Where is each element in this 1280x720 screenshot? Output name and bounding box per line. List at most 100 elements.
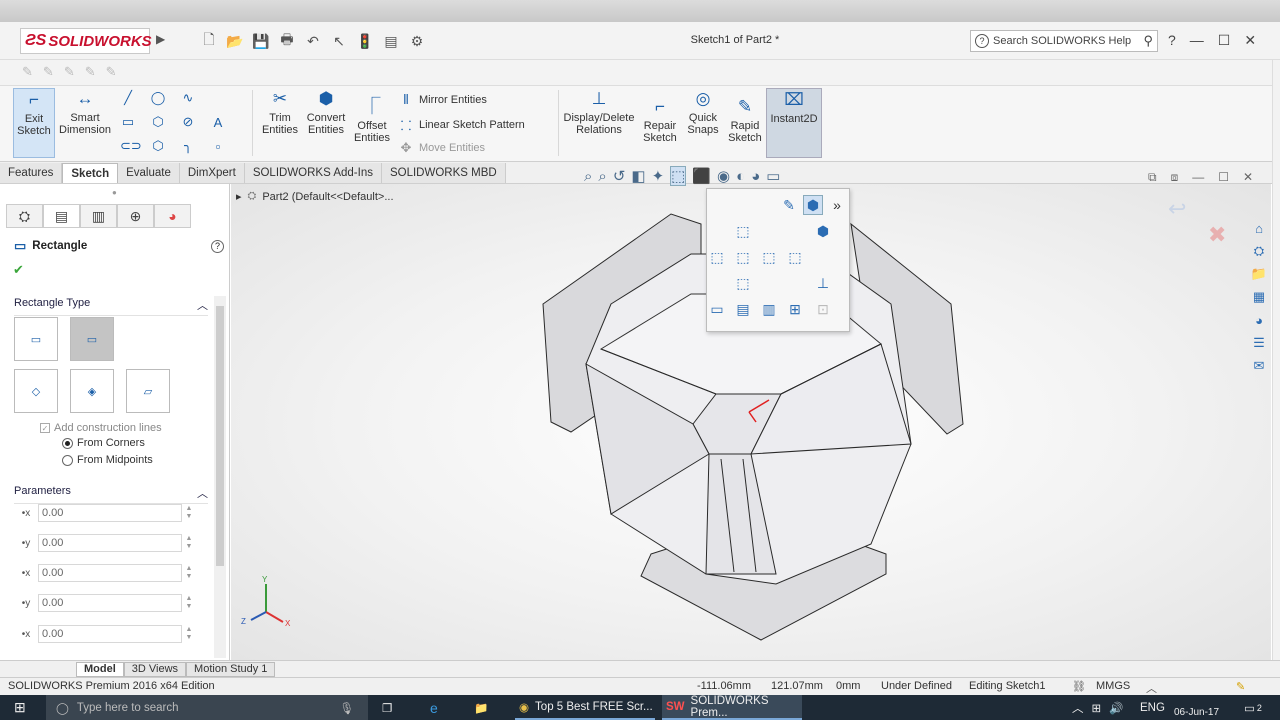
new-document-icon[interactable]: 🗋 [200,31,218,50]
viewport-minimize-icon[interactable]: — [1192,170,1204,185]
dimxpert-tab-icon[interactable]: ⊕ [117,204,154,228]
tab-sketch[interactable]: Sketch [62,163,119,183]
viewport-maximize-icon[interactable]: ☐ [1218,170,1229,185]
from-corners-option[interactable]: From Corners [62,437,145,449]
parallelogram-button[interactable]: ▱ [126,369,170,413]
viewport-close-icon[interactable]: ✕ [1243,170,1253,185]
ellipse-icon[interactable]: ⊘ [180,114,196,130]
corner-rectangle-button[interactable]: ▭ [14,317,58,361]
viewport-restore-icon[interactable]: ⧉ [1148,170,1157,185]
tab-features[interactable]: Features [0,163,63,183]
spinner-icon[interactable]: ▲ ▼ [184,565,194,581]
back-view-icon[interactable]: ⬚ [785,247,805,267]
line-icon[interactable]: ╱ [120,90,136,106]
param-x2-input[interactable] [38,564,182,582]
rectangle-icon[interactable]: ▭ [120,114,136,130]
units-label[interactable]: MMGS [1096,680,1130,692]
display-delete-relations-button[interactable]: ⊥ Display/Delete Relations [563,88,635,158]
tab-dimxpert[interactable]: DimXpert [179,163,245,183]
collapse-icon[interactable]: ︿ [197,297,208,313]
convert-entities-button[interactable]: ⬢ Convert Entities [304,88,348,158]
fillet-icon[interactable]: ╮ [180,138,196,154]
from-midpoints-option[interactable]: From Midpoints [62,454,153,466]
text-icon[interactable]: A [210,115,226,130]
previous-view-icon[interactable]: ↺ [613,167,626,185]
param-y2-input[interactable] [38,594,182,612]
repair-sketch-button[interactable]: ⌐ Repair Sketch [640,96,680,166]
front-view-icon[interactable]: ⬚ [733,247,753,267]
language-indicator[interactable]: ENG [1140,695,1165,720]
print-icon[interactable]: 🖶 [278,31,296,50]
custom-properties-icon[interactable]: ☰ [1248,333,1270,353]
ok-check-icon[interactable]: ✔ [13,262,24,278]
3point-corner-rectangle-button[interactable]: ◇ [14,369,58,413]
action-center[interactable]: ▭ 2 [1244,695,1262,720]
view-orientation-icon[interactable]: ⬚ [670,166,687,186]
units-expand-icon[interactable]: ︿ [1146,680,1157,696]
spinner-icon[interactable]: ▲ ▼ [184,505,194,521]
folder-icon[interactable]: 📁 [1248,264,1270,284]
help-icon[interactable]: ? [211,239,224,253]
view-palette-icon[interactable]: ▦ [1248,287,1270,307]
panel-scrollbar[interactable] [214,296,226,658]
close-icon[interactable]: ✕ [1244,32,1256,49]
expand-icon[interactable]: ▸ [236,190,242,203]
tab-3d-views[interactable]: 3D Views [123,661,187,677]
3point-center-rectangle-button[interactable]: ◈ [70,369,114,413]
isometric-view-icon[interactable]: ⬢ [813,221,833,241]
menu-expand-icon[interactable]: ▶ [156,32,165,46]
confirm-corner-exit-icon[interactable]: ↩ [1168,196,1186,222]
volume-icon[interactable]: 🔊 [1109,701,1123,715]
rectangle-type-header[interactable]: Rectangle Type ︿ [14,297,208,316]
search-icon[interactable]: ⚲ [1143,33,1153,49]
linear-sketch-pattern-button[interactable]: ⸬ Linear Sketch Pattern [398,116,525,134]
expand-flyout-icon[interactable]: » [827,195,847,215]
spinner-icon[interactable]: ▲ ▼ [184,626,194,642]
link-views-icon[interactable]: ⊡ [813,299,833,319]
featuremanager-tab-icon[interactable]: ⛭ [6,204,43,228]
save-icon[interactable]: 💾 [252,32,270,50]
section-view-icon[interactable]: ◧ [631,167,645,185]
view-selector-icon[interactable]: ⬢ [803,195,823,215]
scene-icon[interactable]: ◕ [751,168,760,185]
select-icon[interactable]: ↖ [330,32,348,50]
param-x1-input[interactable] [38,504,182,522]
point-icon[interactable]: ▫ [210,139,226,154]
display-style-icon[interactable]: ⬛ [692,167,711,185]
taskbar-search[interactable]: ◯ Type here to search 🎙 [46,695,368,720]
spinner-icon[interactable]: ▲ ▼ [184,535,194,551]
tab-mbd[interactable]: SOLIDWORKS MBD [381,163,506,183]
offset-entities-button[interactable]: ⎾ Offset Entities [352,96,392,166]
rebuild-status-icon[interactable]: ⛓ [1072,680,1086,693]
chrome-task[interactable]: ◉ Top 5 Best FREE Scr... [515,695,655,720]
scrollbar-thumb[interactable] [216,306,224,566]
param-y1-input[interactable] [38,534,182,552]
quick-snaps-button[interactable]: ◎ Quick Snaps [684,88,722,158]
task-view-icon[interactable]: ❐ [382,695,392,720]
spinner-icon[interactable]: ▲ ▼ [184,595,194,611]
propertymanager-tab-icon[interactable]: ▤ [43,204,80,228]
zoom-to-fit-icon[interactable]: ⌕ [584,168,592,185]
move-entities-button[interactable]: ✥ Move Entities [398,140,485,156]
open-icon[interactable]: 📂 [226,32,244,50]
microphone-icon[interactable]: 🎙 [339,701,354,715]
polygon-icon[interactable]: ⬡ [150,138,166,154]
tab-model[interactable]: Model [76,661,124,677]
file-properties-icon[interactable]: ▤ [382,32,400,50]
right-view-icon[interactable]: ⬚ [759,247,779,267]
trim-entities-button[interactable]: ✂ Trim Entities [259,88,301,158]
new-view-icon[interactable]: ✎ [779,195,799,215]
exit-sketch-button[interactable]: ⌐ Exit Sketch [13,88,55,158]
configuration-tab-icon[interactable]: ▥ [80,204,117,228]
edit-appearance-icon[interactable]: ◐ [736,168,745,185]
viewport-tile-icon[interactable]: ⧈ [1171,170,1179,185]
maximize-icon[interactable]: ☐ [1218,32,1231,49]
hide-show-icon[interactable]: ◉ [717,167,730,185]
parameters-header[interactable]: Parameters ︿ [14,485,208,504]
slot-icon[interactable]: ⊂⊃ [120,138,142,154]
mirror-entities-button[interactable]: ⫴ Mirror Entities [398,92,487,108]
clock-date[interactable]: 06-Jun-17 [1174,695,1219,720]
left-view-icon[interactable]: ⬚ [707,247,727,267]
top-view-icon[interactable]: ⬚ [733,221,753,241]
four-view-icon[interactable]: ⊞ [785,299,805,319]
